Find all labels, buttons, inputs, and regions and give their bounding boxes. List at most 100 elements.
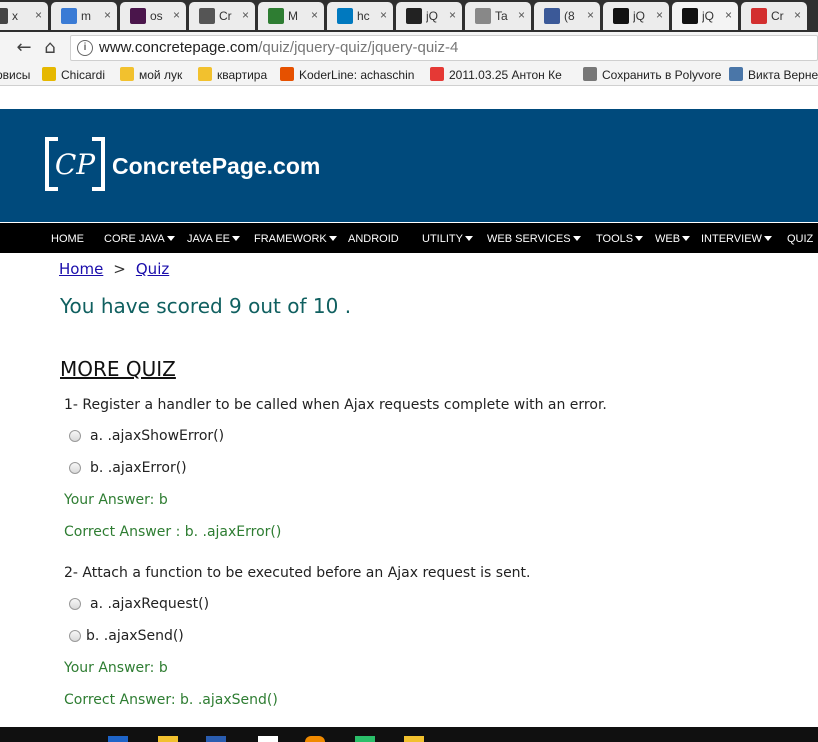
- browser-tab[interactable]: jQ ×: [396, 2, 462, 30]
- nav-item-label: UTILITY: [422, 233, 463, 245]
- score-text: You have scored 9 out of 10 .: [60, 294, 352, 318]
- browser-tab[interactable]: x ×: [0, 2, 48, 30]
- tab-close-icon[interactable]: ×: [242, 8, 249, 22]
- bookmark-item[interactable]: Chicardi: [42, 67, 105, 83]
- breadcrumb-home-link[interactable]: Home: [59, 260, 103, 278]
- dropdown-caret-icon: [232, 236, 241, 241]
- browser-tab[interactable]: m ×: [51, 2, 117, 30]
- bookmark-label: Chicardi: [61, 68, 106, 82]
- dropdown-caret-icon: [635, 236, 644, 241]
- bookmark-icon: [280, 67, 294, 81]
- taskbar-browser-icon[interactable]: [305, 736, 325, 742]
- back-icon[interactable]: ←: [14, 38, 34, 58]
- nav-item-web-services[interactable]: WEB SERVICES: [487, 232, 581, 246]
- question-2-option-b-radio[interactable]: [69, 630, 81, 642]
- site-logo-text[interactable]: ConcretePage.com: [112, 153, 320, 180]
- tab-close-icon[interactable]: ×: [173, 8, 180, 22]
- bookmark-icon: [430, 67, 444, 81]
- nav-item-interview[interactable]: INTERVIEW: [701, 232, 772, 246]
- nav-item-label: CORE JAVA: [104, 233, 165, 245]
- taskbar-folder-icon[interactable]: [158, 736, 178, 742]
- bookmark-item[interactable]: квартира: [198, 67, 267, 83]
- bookmark-item[interactable]: 2011.03.25 Антон Ке: [430, 67, 562, 83]
- breadcrumb-quiz-link[interactable]: Quiz: [136, 260, 169, 278]
- taskbar-window-icon[interactable]: [258, 736, 278, 742]
- bookmark-icon: [198, 67, 212, 81]
- bookmark-item[interactable]: рвисы: [0, 67, 30, 83]
- nav-item-core-java[interactable]: CORE JAVA: [104, 232, 175, 246]
- tab-title: Ta: [495, 9, 508, 23]
- dropdown-caret-icon: [464, 236, 473, 241]
- browser-toolbar: ← ⌂ i www.concretepage.com/quiz/jquery-q…: [0, 32, 818, 64]
- nav-item-web[interactable]: WEB: [655, 232, 691, 246]
- bookmark-item[interactable]: Сохранить в Polyvore: [583, 67, 721, 83]
- question-2-your-answer: Your Answer: b: [64, 660, 168, 676]
- dropdown-caret-icon: [572, 236, 581, 241]
- nav-item-utility[interactable]: UTILITY: [422, 232, 473, 246]
- nav-item-quiz[interactable]: QUIZ: [787, 232, 813, 246]
- browser-tab[interactable]: hc ×: [327, 2, 393, 30]
- taskbar-word-icon[interactable]: [206, 736, 226, 742]
- browser-tab[interactable]: (8 ×: [534, 2, 600, 30]
- url-host: www.concretepage.com: [99, 39, 259, 56]
- question-2-option-b-label: b. .ajaxSend(): [86, 628, 184, 644]
- tab-close-icon[interactable]: ×: [449, 8, 456, 22]
- nav-item-label: TOOLS: [596, 233, 634, 245]
- tab-close-icon[interactable]: ×: [311, 8, 318, 22]
- taskbar-app-icon[interactable]: [108, 736, 128, 742]
- nav-item-framework[interactable]: FRAMEWORK: [254, 232, 337, 246]
- nav-item-label: FRAMEWORK: [254, 233, 327, 245]
- tab-close-icon[interactable]: ×: [518, 8, 525, 22]
- tab-close-icon[interactable]: ×: [587, 8, 594, 22]
- bookmark-item[interactable]: мой лук: [120, 67, 182, 83]
- tab-favicon-icon: [199, 8, 215, 24]
- nav-item-label: WEB SERVICES: [487, 233, 571, 245]
- tab-title: Cr: [219, 9, 232, 23]
- tab-favicon-icon: [406, 8, 422, 24]
- tab-close-icon[interactable]: ×: [380, 8, 387, 22]
- browser-tab[interactable]: jQ ×: [603, 2, 669, 30]
- bookmark-item[interactable]: KoderLine: achaschin: [280, 67, 414, 83]
- tab-close-icon[interactable]: ×: [725, 8, 732, 22]
- tab-close-icon[interactable]: ×: [104, 8, 111, 22]
- browser-tab[interactable]: os ×: [120, 2, 186, 30]
- browser-tab[interactable]: jQ ×: [672, 2, 738, 30]
- home-icon[interactable]: ⌂: [40, 38, 60, 58]
- bookmark-item[interactable]: Викта Верне: [729, 67, 818, 83]
- taskbar-chat-icon[interactable]: [355, 736, 375, 742]
- nav-item-tools[interactable]: TOOLS: [596, 232, 644, 246]
- nav-item-home[interactable]: HOME: [51, 232, 84, 246]
- browser-tab[interactable]: Ta ×: [465, 2, 531, 30]
- info-icon[interactable]: i: [77, 40, 93, 56]
- tab-favicon-icon: [613, 8, 629, 24]
- logo-icon[interactable]: CP: [44, 136, 106, 192]
- tab-close-icon[interactable]: ×: [35, 8, 42, 22]
- more-quiz-heading[interactable]: MORE QUIZ: [60, 357, 176, 381]
- bookmark-label: квартира: [217, 68, 268, 82]
- site-header: CP ConcretePage.com: [0, 109, 818, 222]
- taskbar-notes-icon[interactable]: [404, 736, 424, 742]
- logo-mark: CP: [55, 148, 96, 181]
- bookmark-label: мой лук: [139, 68, 183, 82]
- bookmark-label: рвисы: [0, 68, 31, 82]
- question-1-option-b-radio[interactable]: [69, 462, 81, 474]
- dropdown-caret-icon: [682, 236, 691, 241]
- nav-item-android[interactable]: ANDROID: [348, 232, 399, 246]
- address-bar[interactable]: i www.concretepage.com/quiz/jquery-quiz/…: [70, 35, 818, 61]
- tab-close-icon[interactable]: ×: [794, 8, 801, 22]
- nav-item-java-ee[interactable]: JAVA EE: [187, 232, 241, 246]
- tab-close-icon[interactable]: ×: [656, 8, 663, 22]
- bookmark-label: KoderLine: achaschin: [299, 68, 415, 82]
- dropdown-caret-icon: [166, 236, 175, 241]
- tab-title: jQ: [633, 9, 645, 23]
- browser-tab[interactable]: M ×: [258, 2, 324, 30]
- tab-favicon-icon: [61, 8, 77, 24]
- tab-favicon-icon: [268, 8, 284, 24]
- tab-favicon-icon: [475, 8, 491, 24]
- browser-tab[interactable]: Cr ×: [189, 2, 255, 30]
- question-1-option-a-label: a. .ajaxShowError(): [90, 428, 225, 444]
- question-1-option-a-radio[interactable]: [69, 430, 81, 442]
- browser-tab[interactable]: Cr ×: [741, 2, 807, 30]
- nav-item-label: ANDROID: [348, 233, 399, 245]
- question-2-option-a-radio[interactable]: [69, 598, 81, 610]
